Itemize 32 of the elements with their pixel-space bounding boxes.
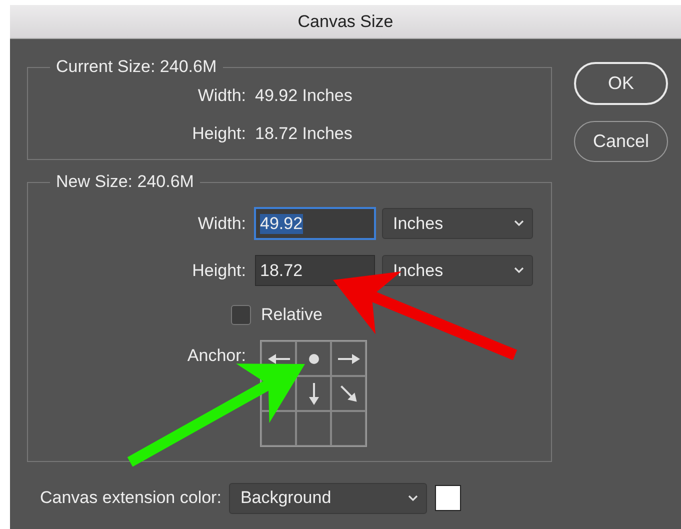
field-value: 18.72 Inches [255,124,352,144]
anchor-cell[interactable] [261,411,296,446]
field-label: Height: [191,260,247,280]
input-field[interactable]: 18.72 [255,255,375,286]
field-label: Canvas extension color: [40,488,222,508]
anchor-cell[interactable] [331,341,366,376]
cancel-button[interactable]: Cancel [574,121,668,162]
checkbox-label: Relative [261,305,322,325]
chevron-down-icon [514,267,524,274]
chevron-down-icon [514,220,524,227]
field-label: Height: [191,124,247,144]
window-title: Canvas Size [298,12,394,32]
field-value: 49.92 Inches [255,86,352,106]
unit-dropdown[interactable]: Inches [382,208,533,239]
unit-dropdown[interactable]: Inches [382,255,533,286]
anchor-cell[interactable] [296,341,331,376]
dot-icon [308,354,318,364]
color-dropdown[interactable]: Background [229,482,428,514]
field-label: Width: [196,86,247,106]
field-label: Width: [196,214,247,234]
group-title: Current Size: 240.6M [55,57,218,77]
chevron-down-icon [408,494,418,502]
anchor-cell[interactable] [296,411,331,446]
input-field[interactable]: 49.92 [255,208,375,239]
anchor-cell[interactable] [331,411,366,446]
ok-button[interactable]: OK [574,62,668,105]
anchor-cell[interactable] [296,376,331,411]
group-title: New Size: 240.6M [55,172,195,192]
field-label: Anchor: [186,345,247,366]
checkbox[interactable] [231,305,251,325]
anchor-cell[interactable] [331,376,366,411]
color-swatch[interactable] [435,485,462,511]
